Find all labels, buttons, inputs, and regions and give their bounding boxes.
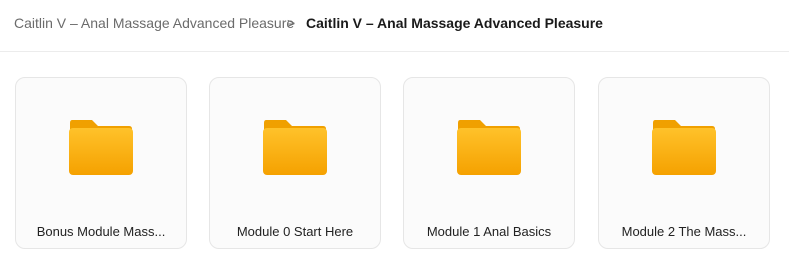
folder-card-module-0[interactable]: Module 0 Start Here	[209, 77, 381, 249]
folder-card-module-1[interactable]: Module 1 Anal Basics	[403, 77, 575, 249]
breadcrumb-current: Caitlin V – Anal Massage Advanced Pleasu…	[306, 15, 603, 31]
folder-card-module-2[interactable]: Module 2 The Mass...	[598, 77, 770, 249]
folder-label: Bonus Module Mass...	[36, 224, 166, 239]
chevron-right-icon: >	[287, 15, 296, 31]
folder-label: Module 2 The Mass...	[621, 224, 747, 239]
breadcrumb-parent-link[interactable]: Caitlin V – Anal Massage Advanced Pleasu…	[14, 14, 294, 32]
folder-icon	[652, 120, 716, 175]
folder-icon	[263, 120, 327, 175]
folder-label: Module 1 Anal Basics	[426, 224, 552, 239]
folder-card-bonus-module[interactable]: Bonus Module Mass...	[15, 77, 187, 249]
folder-icon	[69, 120, 133, 175]
breadcrumb: Caitlin V – Anal Massage Advanced Pleasu…	[0, 0, 789, 52]
folder-icon	[457, 120, 521, 175]
folder-label: Module 0 Start Here	[236, 224, 354, 239]
